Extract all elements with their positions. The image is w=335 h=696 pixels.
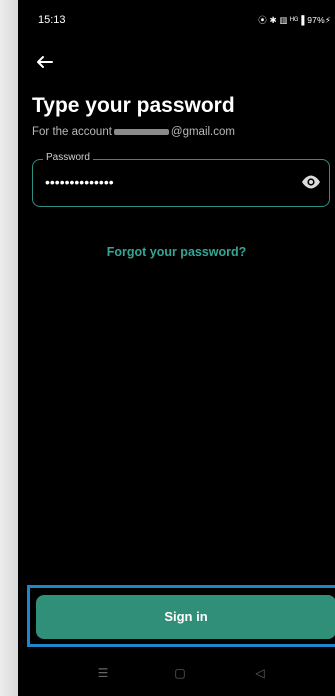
account-suffix: @gmail.com (170, 126, 235, 138)
password-value: •••••••••••••• (45, 174, 114, 190)
back-arrow-icon[interactable] (32, 50, 56, 74)
redacted-email (113, 128, 169, 135)
menu-nav-icon[interactable]: ☰ (93, 666, 113, 680)
show-password-icon (302, 175, 320, 189)
password-label: Password (43, 152, 93, 163)
eye-icon[interactable] (301, 174, 321, 190)
system-nav-bar: ☰ ▢ ◁ (18, 650, 335, 696)
phone-screen: 15:13 ⦿ ✱ ▥ ᴴᴳ▐ 97%⚡ Type your password … (18, 0, 335, 696)
status-time: 15:13 (38, 14, 66, 26)
status-icons-text: ⦿ ✱ ▥ ᴴᴳ▐ 97%⚡ (258, 15, 331, 25)
signin-button[interactable]: Sign in (36, 595, 335, 639)
signin-highlight: Sign in (27, 585, 335, 647)
forgot-password-link[interactable]: Forgot your password? (18, 245, 335, 259)
password-field[interactable]: Password •••••••••••••• (32, 152, 330, 207)
page-title: Type your password (32, 94, 235, 117)
back-nav-icon[interactable]: ◁ (250, 666, 270, 680)
arrow-left-icon (37, 56, 53, 68)
left-margin (0, 0, 18, 696)
account-subtitle: For the account @gmail.com (32, 126, 235, 138)
home-nav-icon[interactable]: ▢ (170, 666, 190, 680)
status-bar: 15:13 ⦿ ✱ ▥ ᴴᴳ▐ 97%⚡ (18, 0, 335, 40)
account-prefix: For the account (32, 126, 112, 138)
status-icons: ⦿ ✱ ▥ ᴴᴳ▐ 97%⚡ (258, 14, 331, 26)
